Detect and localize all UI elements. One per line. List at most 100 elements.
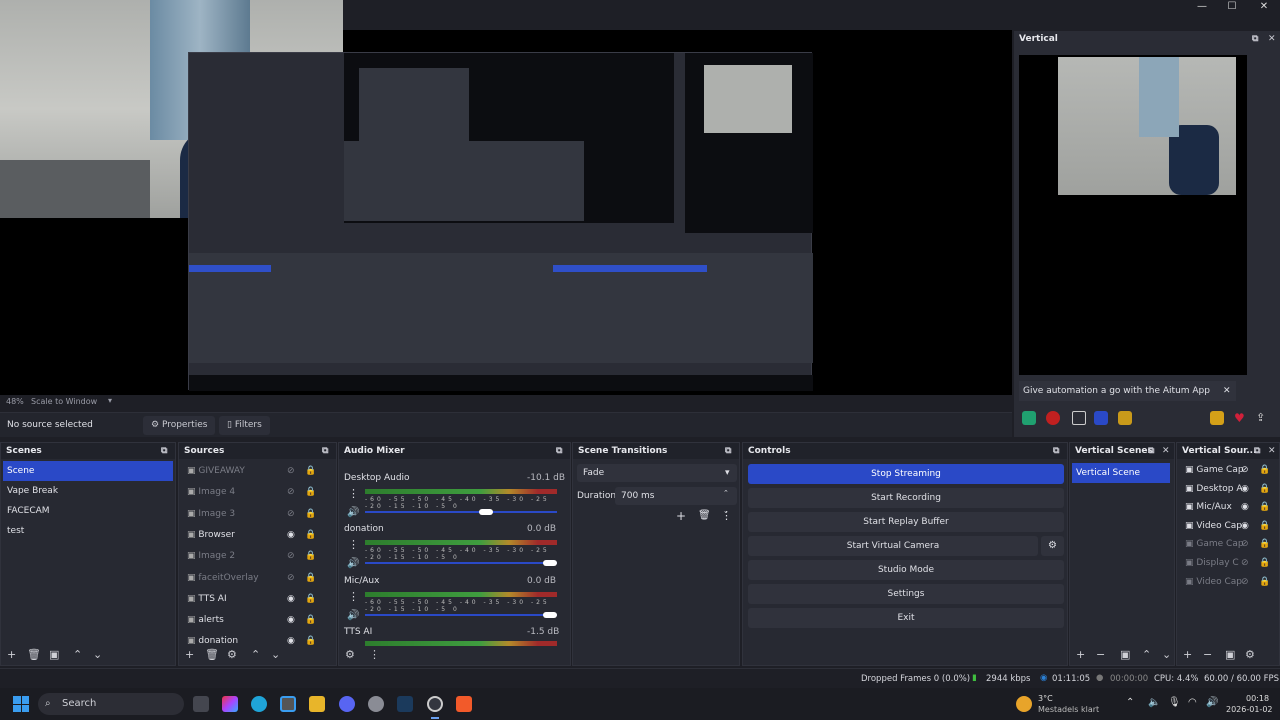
more-icon[interactable]: ⋮ [348, 590, 359, 603]
volume-slider[interactable] [365, 614, 557, 616]
wifi-icon[interactable]: ◠ [1188, 697, 1197, 708]
volume-icon[interactable]: 🔊 [347, 610, 359, 621]
settings-button[interactable]: Settings [748, 584, 1064, 604]
steam-icon[interactable] [397, 696, 413, 712]
add-icon[interactable]: + [7, 648, 16, 661]
maximize-button[interactable]: ☐ [1216, 0, 1248, 14]
speaker-tray-icon[interactable]: 🔈 [1148, 697, 1160, 708]
scene-item[interactable]: test [3, 521, 173, 541]
move-up-icon[interactable]: ⌃ [251, 648, 260, 661]
lock-icon[interactable]: 🔒 [1259, 461, 1270, 479]
more-icon[interactable]: ⋮ [721, 509, 732, 522]
source-item[interactable]: ▣ alerts ◉ 🔒 [181, 610, 322, 630]
eye-off-icon[interactable]: ⊘ [1241, 554, 1249, 572]
undock-icon[interactable]: ⧉ [322, 443, 328, 459]
heart-icon[interactable]: ♥ [1234, 411, 1245, 425]
source-item[interactable]: ▣ GIVEAWAY ⊘ 🔒 [181, 461, 322, 481]
volume-icon[interactable]: 🔊 [347, 558, 359, 569]
eye-icon[interactable]: ◉ [1241, 498, 1249, 516]
filter-icon[interactable]: ▣ [1225, 648, 1235, 661]
sync-icon[interactable] [1094, 411, 1108, 425]
replay-icon[interactable] [1072, 411, 1086, 425]
discord-icon[interactable] [339, 696, 355, 712]
add-icon[interactable]: + [676, 509, 686, 523]
brave-icon[interactable] [456, 696, 472, 712]
record-icon[interactable] [1046, 411, 1060, 425]
vertical-source-item[interactable]: ▣ Game Cap ⊘ 🔒 [1179, 461, 1277, 479]
slider-handle[interactable] [479, 509, 493, 515]
mic-tray-icon[interactable]: 🎙 [1168, 697, 1181, 708]
lock-icon[interactable]: 🔒 [1259, 517, 1270, 535]
lock-icon[interactable]: 🔒 [305, 610, 316, 630]
vertical-source-item[interactable]: ▣ Video Cap ⊘ 🔒 [1179, 573, 1277, 591]
start-replay-buffer-button[interactable]: Start Replay Buffer [748, 512, 1064, 532]
settings-app-icon[interactable] [368, 696, 384, 712]
lock-icon[interactable]: 🔒 [305, 589, 316, 609]
lock-icon[interactable]: 🔒 [1259, 554, 1270, 572]
lock-icon[interactable]: 🔒 [1259, 498, 1270, 516]
vertical-source-item[interactable]: ▣ Display C ⊘ 🔒 [1179, 554, 1277, 572]
trash-icon[interactable]: 🗑 [27, 648, 41, 661]
eye-off-icon[interactable]: ⊘ [287, 568, 295, 588]
vertical-source-item[interactable]: ▣ Mic/Aux ◉ 🔒 [1179, 498, 1277, 516]
eye-icon[interactable]: ◉ [1241, 480, 1249, 498]
eye-off-icon[interactable]: ⊘ [287, 546, 295, 566]
trash-icon[interactable]: 🗑 [698, 510, 711, 521]
filter-icon[interactable]: ▣ [49, 648, 59, 661]
vertical-source-item[interactable]: ▣ Video Cap ◉ 🔒 [1179, 517, 1277, 535]
undock-icon[interactable]: ⧉ [1148, 443, 1154, 459]
undock-icon[interactable]: ⧉ [1254, 443, 1260, 459]
scale-mode-select[interactable]: Scale to Window [31, 397, 97, 406]
trash-icon[interactable]: 🗑 [205, 648, 219, 661]
gear-icon[interactable]: ⚙ [1245, 648, 1255, 661]
close-icon[interactable]: ✕ [1268, 31, 1276, 47]
lock-icon[interactable]: 🔒 [305, 504, 316, 524]
undock-icon[interactable]: ⧉ [556, 443, 562, 459]
scene-item[interactable]: Scene [3, 461, 173, 481]
eye-off-icon[interactable]: ⊘ [1241, 573, 1249, 591]
chat-icon[interactable] [1118, 411, 1132, 425]
file-explorer-icon[interactable] [309, 696, 325, 712]
lock-icon[interactable]: 🔒 [1259, 535, 1270, 553]
start-recording-button[interactable]: Start Recording [748, 488, 1064, 508]
move-up-icon[interactable]: ⌃ [1142, 648, 1151, 661]
volume-icon[interactable]: 🔊 [347, 507, 359, 518]
exit-button[interactable]: Exit [748, 608, 1064, 628]
edge-icon[interactable] [251, 696, 267, 712]
eye-off-icon[interactable]: ⊘ [287, 504, 295, 524]
weather-icon[interactable] [1016, 696, 1032, 712]
eye-icon[interactable]: ◉ [1241, 517, 1249, 535]
properties-button[interactable]: ⚙ Properties [143, 416, 216, 435]
source-item[interactable]: ▣ Image 4 ⊘ 🔒 [181, 482, 322, 502]
lock-icon[interactable]: 🔒 [305, 461, 316, 481]
move-down-icon[interactable]: ⌄ [271, 648, 280, 661]
remove-icon[interactable]: − [1096, 648, 1105, 661]
stream-status-icon[interactable] [1022, 411, 1036, 425]
source-item[interactable]: ▣ Image 3 ⊘ 🔒 [181, 504, 322, 524]
eye-off-icon[interactable]: ⊘ [1241, 461, 1249, 479]
remove-icon[interactable]: − [1203, 648, 1212, 661]
vertical-preview[interactable] [1019, 55, 1247, 375]
undock-icon[interactable]: ⧉ [1252, 31, 1258, 47]
gear-icon[interactable]: ⚙ [345, 648, 355, 661]
lock-icon[interactable]: 🔒 [305, 482, 316, 502]
vertical-scene-item[interactable]: Vertical Scene [1072, 463, 1170, 483]
add-icon[interactable]: + [185, 648, 194, 661]
lock-icon[interactable]: 🔒 [305, 631, 316, 651]
lock-icon[interactable]: 🔒 [1259, 573, 1270, 591]
eye-icon[interactable]: ◉ [287, 631, 295, 651]
obs-icon[interactable] [427, 696, 443, 712]
lock-icon[interactable]: 🔒 [305, 525, 316, 545]
eye-off-icon[interactable]: ⊘ [287, 482, 295, 502]
source-item[interactable]: ▣ Image 2 ⊘ 🔒 [181, 546, 322, 566]
move-up-icon[interactable]: ⌃ [73, 648, 82, 661]
taskbar-search[interactable]: ⌕ Search [38, 693, 184, 715]
more-icon[interactable]: ⋮ [348, 538, 359, 551]
gear-icon[interactable]: ⚙ [227, 648, 237, 661]
eye-icon[interactable]: ◉ [287, 589, 295, 609]
start-virtual-camera-button[interactable]: Start Virtual Camera [748, 536, 1038, 556]
filter-icon[interactable]: ▣ [1120, 648, 1130, 661]
main-preview[interactable] [0, 0, 1012, 395]
more-icon[interactable]: ⋮ [348, 487, 359, 500]
stop-streaming-button[interactable]: Stop Streaming [748, 464, 1064, 484]
